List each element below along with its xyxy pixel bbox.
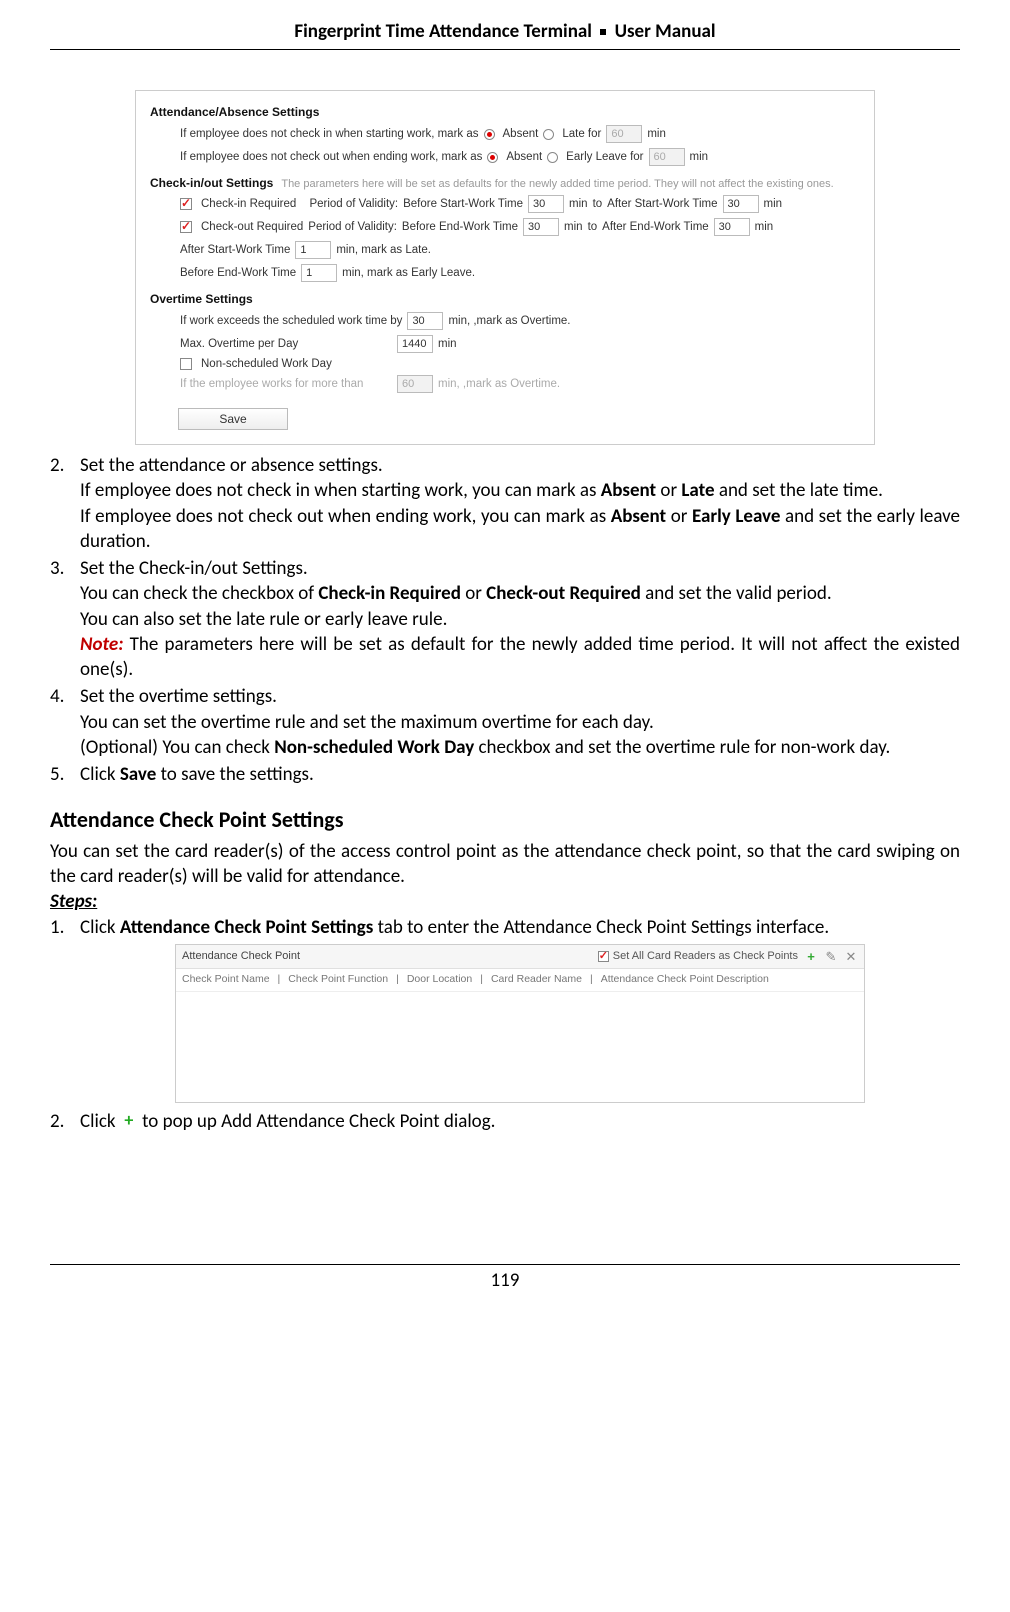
label-checkout-required: Check-out Required (201, 221, 303, 233)
heading-check-point: Attendance Check Point Settings (50, 805, 960, 834)
input-before-end[interactable]: 30 (523, 218, 559, 236)
panel2-title: Attendance Check Point (182, 949, 598, 964)
check-point-intro: You can set the card reader(s) of the ac… (50, 839, 960, 890)
label-late-for: Late for (562, 128, 601, 140)
input-after-end[interactable]: 30 (714, 218, 750, 236)
plus-icon: + (120, 1113, 138, 1131)
label-ifmore: If the employee works for more than (180, 378, 392, 390)
radio-early-end[interactable] (547, 152, 558, 163)
steps-label: Steps: (50, 889, 960, 914)
col-door: Door Location (407, 973, 472, 987)
label-ot-mark: min, ,mark as Overtime. (448, 315, 570, 327)
checkbox-nonscheduled[interactable] (180, 358, 192, 370)
panel2-body (176, 992, 864, 1102)
label-no-checkin: If employee does not check in when start… (180, 128, 479, 140)
label-absent: Absent (503, 128, 539, 140)
col-function: Check Point Function (288, 973, 388, 987)
header-left: Fingerprint Time Attendance Terminal (294, 20, 592, 43)
unit-min2: min (690, 151, 709, 163)
page-number: 119 (50, 1264, 960, 1292)
label-ot-exceed: If work exceeds the scheduled work time … (180, 315, 402, 327)
label-after-start: After Start-Work Time (607, 198, 717, 210)
col-reader: Card Reader Name (491, 973, 582, 987)
input-ot-threshold[interactable]: 30 (407, 312, 443, 330)
header-right: User Manual (615, 20, 716, 43)
body-text: 2. Set the attendance or absence setting… (50, 453, 960, 1134)
edit-icon[interactable]: ✎ (824, 948, 838, 965)
separator-dot (600, 29, 606, 35)
input-after-start[interactable]: 30 (723, 195, 759, 213)
list-num-3: 3. (50, 556, 80, 682)
list-num-5: 5. (50, 762, 80, 787)
list-num-4: 4. (50, 684, 80, 760)
step2-line1: Set the attendance or absence settings. (80, 454, 383, 477)
label-no-checkout: If employee does not check out when endi… (180, 151, 482, 163)
col-name: Check Point Name (182, 973, 270, 987)
label-absent2: Absent (506, 151, 542, 163)
label-mark-late: min, mark as Late. (336, 244, 431, 256)
note-label: Note: (80, 633, 123, 656)
steps-num-1: 1. (50, 915, 80, 1108)
label-checkin-required: Check-in Required (201, 198, 296, 210)
section-check-inout: Check-in/out Settings (150, 176, 273, 190)
section-attendance-absence: Attendance/Absence Settings (150, 105, 864, 119)
label-ot-mark2: min, ,mark as Overtime. (438, 378, 560, 390)
label-period-validity: Period of Validity: (309, 198, 398, 210)
list-num-2: 2. (50, 453, 80, 554)
step4-line1: Set the overtime settings. (80, 685, 277, 708)
radio-absent-end[interactable] (487, 152, 498, 163)
label-before-end: Before End-Work Time (402, 221, 518, 233)
panel2-columns: Check Point Name | Check Point Function … (176, 969, 864, 992)
label-max-ot: Max. Overtime per Day (180, 338, 392, 350)
unit-min: min (647, 128, 666, 140)
input-max-ot[interactable]: 1440 (397, 335, 433, 353)
label-mark-early: min, mark as Early Leave. (342, 267, 475, 279)
input-late-threshold[interactable]: 1 (295, 241, 331, 259)
steps-num-2: 2. (50, 1109, 80, 1134)
radio-absent-start[interactable] (484, 129, 495, 140)
save-button[interactable]: Save (178, 408, 288, 430)
label-set-all-readers: Set All Card Readers as Check Points (613, 949, 798, 964)
label-nonscheduled: Non-scheduled Work Day (201, 358, 332, 370)
label-early-leave-for: Early Leave for (566, 151, 643, 163)
step3-line1: Set the Check-in/out Settings. (80, 557, 308, 580)
input-nonsched-min[interactable]: 60 (397, 375, 433, 393)
input-late-min[interactable]: 60 (606, 125, 642, 143)
checkbox-set-all-readers[interactable] (598, 951, 609, 962)
section-overtime: Overtime Settings (150, 292, 864, 306)
page-header: Fingerprint Time Attendance Terminal Use… (50, 20, 960, 50)
input-before-start[interactable]: 30 (528, 195, 564, 213)
label-after-start2: After Start-Work Time (180, 244, 290, 256)
checkbox-checkout-required[interactable] (180, 221, 192, 233)
add-icon[interactable]: + (804, 948, 818, 965)
label-after-end: After End-Work Time (602, 221, 709, 233)
close-icon[interactable]: ✕ (844, 948, 858, 965)
input-early-threshold[interactable]: 1 (301, 264, 337, 282)
checkbox-checkin-required[interactable] (180, 198, 192, 210)
attendance-settings-panel: Attendance/Absence Settings If employee … (135, 90, 875, 445)
input-early-min[interactable]: 60 (649, 148, 685, 166)
radio-late-start[interactable] (543, 129, 554, 140)
col-desc: Attendance Check Point Description (601, 973, 769, 987)
label-before-end2: Before End-Work Time (180, 267, 296, 279)
check-settings-hint: The parameters here will be set as defau… (281, 178, 833, 190)
label-before-start: Before Start-Work Time (403, 198, 523, 210)
check-point-panel: Attendance Check Point Set All Card Read… (175, 944, 865, 1103)
